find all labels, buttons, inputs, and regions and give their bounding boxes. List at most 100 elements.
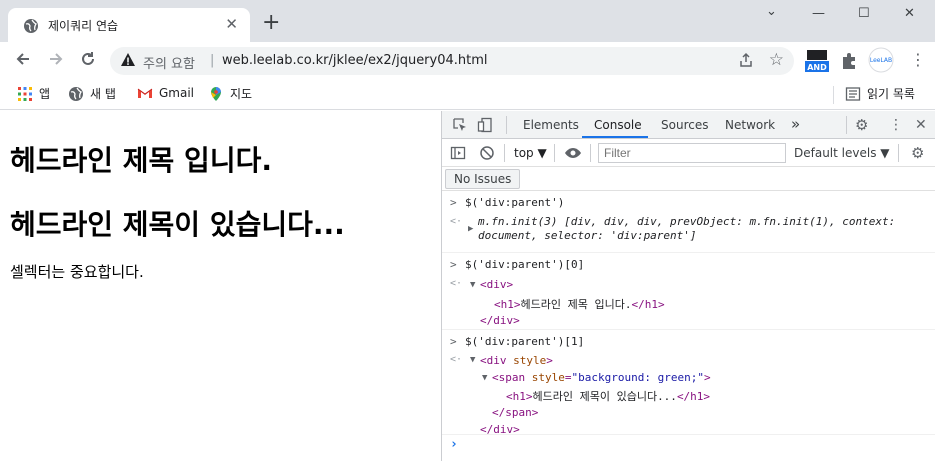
dom-node-div[interactable]: <div style>: [480, 354, 553, 367]
tab-search-icon[interactable]: ⌄: [766, 4, 777, 19]
devtools-panel: Elements Console Sources Network » ⚙ ⋮ ✕…: [441, 111, 935, 461]
bookmark-label: 앱: [39, 87, 51, 101]
sidebar-toggle-icon[interactable]: [450, 145, 466, 161]
no-issues-button[interactable]: No Issues: [445, 169, 521, 189]
dropdown-caret-icon: ▼: [537, 146, 547, 160]
console-entry: > $('div:parent')[0] <· ▼ <div> <h1>헤드라인…: [442, 253, 935, 330]
console-entry: > $('div:parent') <· ▶ m.fn.init(3) [div…: [442, 191, 935, 253]
dom-node-div[interactable]: <div>: [480, 278, 513, 291]
menu-kebab-icon[interactable]: ⋮: [910, 50, 926, 69]
tab-strip: 제이쿼리 연습 ✕ + ⌄ — ☐ ✕: [0, 0, 935, 42]
input-chevron-icon: >: [450, 258, 457, 271]
toolbar-separator: [554, 144, 555, 162]
result-arrow-icon: <·: [450, 278, 463, 289]
reload-icon: [82, 52, 94, 65]
devtools-tabbar: Elements Console Sources Network » ⚙ ⋮ ✕: [442, 111, 935, 139]
collapse-triangle-icon[interactable]: ▼: [482, 373, 487, 383]
expand-triangle-icon[interactable]: ▶: [468, 224, 473, 234]
profile-avatar[interactable]: LeeLAB: [868, 47, 894, 76]
minimize-button[interactable]: —: [812, 6, 825, 21]
log-levels-dropdown[interactable]: Default levels ▼: [794, 146, 890, 160]
toolbar-separator: [898, 144, 899, 162]
console-output[interactable]: > $('div:parent') <· ▶ m.fn.init(3) [div…: [442, 191, 935, 461]
live-expression-eye-icon[interactable]: [564, 145, 582, 161]
console-command: $('div:parent')[1]: [465, 335, 585, 348]
console-prompt[interactable]: ›: [450, 437, 458, 452]
console-settings-gear-icon[interactable]: ⚙: [911, 145, 924, 161]
tab-console[interactable]: Console: [594, 118, 642, 132]
console-command: $('div:parent')[0]: [465, 258, 585, 271]
console-entry: > $('div:parent')[1] <· ▼ <div style> ▼ …: [442, 330, 935, 436]
extensions-puzzle-icon[interactable]: [840, 52, 858, 73]
headline-1: 헤드라인 제목 입니다.: [0, 139, 272, 179]
active-tab-indicator: [582, 136, 648, 138]
dom-node-span[interactable]: <span style="background: green;">: [492, 371, 711, 384]
page-paragraph: 셀렉터는 중요합니다.: [10, 263, 144, 281]
reading-list-button[interactable]: 읽기 목록: [845, 85, 915, 102]
bookmark-star-icon[interactable]: ☆: [769, 50, 784, 70]
close-window-button[interactable]: ✕: [904, 6, 915, 21]
clear-console-icon[interactable]: [479, 145, 495, 161]
more-options-icon[interactable]: ⋮: [889, 117, 903, 133]
browser-toolbar: 주의 요함 | web.leelab.co.kr/jklee/ex2/jquer…: [0, 42, 935, 80]
svg-text:LeeLAB: LeeLAB: [870, 57, 892, 64]
collapse-triangle-icon[interactable]: ▼: [470, 355, 475, 365]
h1-text: 헤드라인 제목이 있습니다...: [532, 390, 677, 403]
bookmarks-divider: [833, 86, 834, 104]
bookmark-maps[interactable]: 지도: [208, 85, 252, 102]
device-toolbar-icon[interactable]: [477, 117, 493, 133]
console-command: $('div:parent'): [465, 196, 565, 209]
console-result-cont: document, selector: 'div:parent']: [478, 229, 697, 242]
inspect-element-icon[interactable]: [452, 117, 468, 133]
bookmark-new-tab[interactable]: 새 탭: [68, 85, 116, 102]
headline-2-text: 헤드라인 제목이 있습니다...: [10, 208, 345, 241]
svg-text:AND: AND: [807, 63, 827, 72]
maximize-button[interactable]: ☐: [858, 6, 870, 21]
tab-sources[interactable]: Sources: [661, 118, 708, 132]
result-arrow-icon: <·: [450, 354, 463, 365]
url-text[interactable]: web.leelab.co.kr/jklee/ex2/jquery04.html: [222, 53, 488, 68]
h1-text: 헤드라인 제목 입니다.: [520, 298, 632, 311]
settings-gear-icon[interactable]: ⚙: [855, 117, 868, 133]
dom-node-h1[interactable]: <h1>헤드라인 제목 입니다.</h1>: [494, 296, 665, 312]
globe-icon: [24, 19, 38, 33]
reload-button[interactable]: [79, 50, 97, 73]
apps-grid-icon: [18, 86, 32, 101]
warning-icon[interactable]: [120, 52, 136, 68]
bookmark-label: 새 탭: [90, 87, 116, 101]
dom-node-div-close: </div>: [480, 314, 520, 327]
gmail-icon: [137, 88, 153, 98]
tab-separator: [506, 116, 507, 134]
span-style-value: background: green;: [578, 371, 698, 384]
new-tab-button[interactable]: +: [262, 12, 280, 34]
bookmark-apps[interactable]: 앱: [17, 85, 50, 102]
collapse-triangle-icon[interactable]: ▼: [470, 280, 475, 290]
context-selector[interactable]: top ▼: [514, 146, 547, 160]
tab-network[interactable]: Network: [725, 118, 775, 132]
filter-input[interactable]: [598, 143, 786, 163]
address-bar[interactable]: 주의 요함 | web.leelab.co.kr/jklee/ex2/jquer…: [110, 47, 794, 75]
page-viewport: 헤드라인 제목 입니다. 헤드라인 제목이 있습니다... 셀렉터는 중요합니다…: [0, 111, 441, 461]
and-extension-icon[interactable]: AND: [804, 48, 830, 77]
reading-list-label: 읽기 목록: [867, 87, 915, 101]
bookmark-gmail[interactable]: Gmail: [137, 85, 194, 101]
tab-elements[interactable]: Elements: [523, 118, 579, 132]
result-arrow-icon: <·: [450, 216, 463, 227]
browser-tab[interactable]: 제이쿼리 연습 ✕: [8, 8, 250, 42]
close-tab-icon[interactable]: ✕: [225, 16, 238, 32]
bookmark-label: 지도: [230, 87, 253, 101]
more-tabs-icon[interactable]: »: [791, 115, 800, 133]
toolbar-separator: [590, 144, 591, 162]
back-arrow-icon: [16, 53, 29, 65]
close-devtools-icon[interactable]: ✕: [915, 117, 927, 133]
dom-node-h1[interactable]: <h1>헤드라인 제목이 있습니다...</h1>: [506, 388, 710, 404]
console-result: m.fn.init(3) [div, div, div, prevObject:…: [478, 215, 896, 228]
share-icon[interactable]: [738, 52, 754, 68]
toolbar-separator: [504, 144, 505, 162]
back-button[interactable]: [14, 50, 32, 73]
globe-icon: [69, 86, 83, 101]
security-status: 주의 요함: [143, 57, 195, 72]
security-separator: |: [210, 53, 215, 68]
forward-button[interactable]: [47, 50, 65, 73]
headline-1-text: 헤드라인 제목 입니다.: [10, 144, 272, 177]
